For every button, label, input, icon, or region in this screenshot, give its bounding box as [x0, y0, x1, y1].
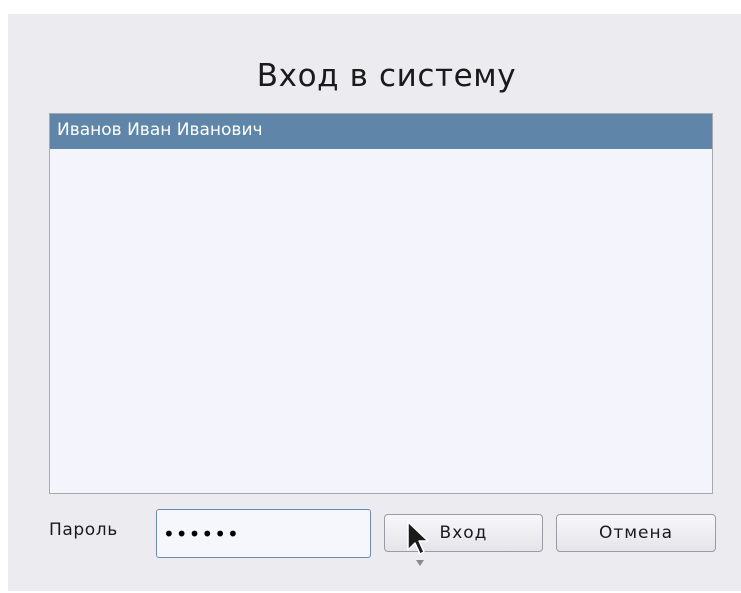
cancel-button[interactable]: Отмена	[556, 514, 716, 552]
dialog-title: Вход в систему	[256, 58, 517, 94]
login-dialog: Вход в систему Иванов Иван Иванович Паро…	[8, 14, 741, 591]
password-label: Пароль	[49, 520, 118, 540]
user-list-item[interactable]: Иванов Иван Иванович	[50, 114, 712, 149]
password-field[interactable]	[156, 509, 371, 558]
user-list[interactable]: Иванов Иван Иванович	[49, 113, 713, 494]
login-button[interactable]: Вход	[384, 514, 543, 552]
